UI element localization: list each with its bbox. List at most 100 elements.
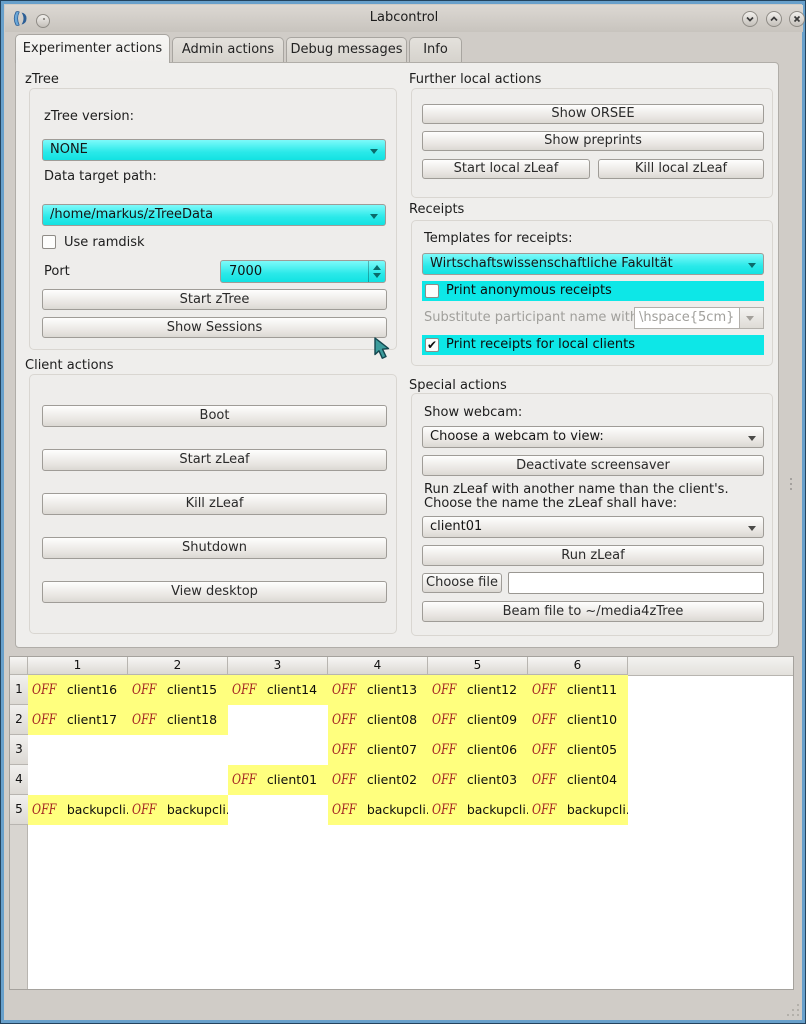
print-receipts-local-row[interactable]: ✔ Print receipts for local clients xyxy=(422,335,764,355)
row-header[interactable]: 4 xyxy=(10,765,28,795)
client-name: client09 xyxy=(467,712,517,727)
window-menu-button[interactable] xyxy=(36,14,50,28)
status-off-badge: OFF xyxy=(232,765,256,795)
row-header[interactable]: 5 xyxy=(10,795,28,825)
app-icon xyxy=(12,9,31,28)
grid-cell[interactable] xyxy=(128,735,228,765)
beam-file-button[interactable]: Beam file to ~/media4zTree xyxy=(422,601,764,622)
resize-grip-icon[interactable] xyxy=(787,1004,801,1018)
status-off-badge: OFF xyxy=(432,795,456,825)
view-desktop-button[interactable]: View desktop xyxy=(42,581,387,603)
grid-cell[interactable]: OFFclient15 xyxy=(128,675,228,705)
grid-cell[interactable] xyxy=(28,735,128,765)
grid-cell[interactable]: OFFbackupcli... xyxy=(128,795,228,825)
tab-debug-messages[interactable]: Debug messages xyxy=(286,37,407,63)
print-receipts-local-label: Print receipts for local clients xyxy=(446,337,635,352)
spin-down-icon xyxy=(373,273,381,278)
grid-cell[interactable] xyxy=(228,795,328,825)
start-ztree-button[interactable]: Start zTree xyxy=(42,289,387,310)
grid-cell[interactable]: OFFbackupcli... xyxy=(528,795,628,825)
close-icon xyxy=(792,14,802,24)
titlebar[interactable]: Labcontrol xyxy=(5,5,803,32)
splitter-grip-icon[interactable] xyxy=(790,478,792,492)
tab-info[interactable]: Info xyxy=(409,37,462,63)
show-preprints-button[interactable]: Show preprints xyxy=(422,131,764,151)
zleaf-name-combobox[interactable]: client01 xyxy=(422,516,764,538)
status-off-badge: OFF xyxy=(532,675,556,705)
print-anonymous-receipts-row[interactable]: Print anonymous receipts xyxy=(422,281,764,301)
receipt-template-combobox[interactable]: Wirtschaftswissenschaftliche Fakultät xyxy=(422,253,764,275)
grid-cell[interactable]: OFFbackupcli... xyxy=(328,795,428,825)
grid-cell[interactable]: OFFclient05 xyxy=(528,735,628,765)
minimize-button[interactable] xyxy=(742,11,758,27)
deactivate-screensaver-button[interactable]: Deactivate screensaver xyxy=(422,455,764,476)
grid-cell[interactable]: OFFclient03 xyxy=(428,765,528,795)
row-header[interactable]: 2 xyxy=(10,705,28,735)
column-header[interactable]: 5 xyxy=(428,657,528,675)
print-anonymous-receipts-checkbox[interactable] xyxy=(425,284,439,298)
file-path-input[interactable] xyxy=(508,572,764,594)
grid-cell[interactable] xyxy=(128,765,228,795)
port-spinbox[interactable]: 7000 xyxy=(220,260,386,283)
webcam-combobox[interactable]: Choose a webcam to view: xyxy=(422,426,764,448)
ztree-version-value: NONE xyxy=(50,142,88,157)
grid-cell[interactable]: OFFclient11 xyxy=(528,675,628,705)
spin-buttons[interactable] xyxy=(368,261,385,282)
zleaf-name-value: client01 xyxy=(430,519,482,534)
run-zleaf-button[interactable]: Run zLeaf xyxy=(422,545,764,566)
status-off-badge: OFF xyxy=(132,705,156,735)
port-label: Port xyxy=(44,264,70,279)
grid-corner-cell xyxy=(10,657,28,675)
data-target-path-combobox[interactable]: /home/markus/zTreeData xyxy=(42,204,386,226)
grid-cell[interactable]: OFFclient01 xyxy=(228,765,328,795)
grid-cell[interactable]: OFFclient10 xyxy=(528,705,628,735)
client-name: client07 xyxy=(367,742,417,757)
show-orsee-button[interactable]: Show ORSEE xyxy=(422,104,764,124)
ztree-version-combobox[interactable]: NONE xyxy=(42,139,386,161)
grid-cell[interactable]: OFFbackupcli... xyxy=(428,795,528,825)
column-header[interactable]: 1 xyxy=(28,657,128,675)
grid-cell[interactable]: OFFclient07 xyxy=(328,735,428,765)
grid-cell[interactable]: OFFclient17 xyxy=(28,705,128,735)
start-local-zleaf-button[interactable]: Start local zLeaf xyxy=(422,159,590,179)
client-name: client13 xyxy=(367,682,417,697)
kill-local-zleaf-button[interactable]: Kill local zLeaf xyxy=(598,159,764,179)
grid-cell[interactable]: OFFclient14 xyxy=(228,675,328,705)
choose-file-button[interactable]: Choose file xyxy=(422,573,502,593)
client-name: client16 xyxy=(67,682,117,697)
grid-cell[interactable]: OFFclient09 xyxy=(428,705,528,735)
grid-cell[interactable]: OFFclient18 xyxy=(128,705,228,735)
column-header[interactable]: 4 xyxy=(328,657,428,675)
maximize-button[interactable] xyxy=(766,11,782,27)
use-ramdisk-checkbox[interactable] xyxy=(42,235,56,249)
status-off-badge: OFF xyxy=(532,735,556,765)
column-header[interactable]: 3 xyxy=(228,657,328,675)
grid-cell[interactable]: OFFclient06 xyxy=(428,735,528,765)
tab-experimenter-actions[interactable]: Experimenter actions xyxy=(15,34,170,63)
row-header[interactable]: 1 xyxy=(10,675,28,705)
client-name: backupcli... xyxy=(67,802,128,817)
close-button[interactable] xyxy=(789,11,805,27)
start-zleaf-button[interactable]: Start zLeaf xyxy=(42,449,387,471)
client-name: client08 xyxy=(367,712,417,727)
column-header[interactable]: 6 xyxy=(528,657,628,675)
show-sessions-button[interactable]: Show Sessions xyxy=(42,317,387,338)
grid-cell[interactable]: OFFclient13 xyxy=(328,675,428,705)
print-receipts-local-checkbox[interactable]: ✔ xyxy=(425,338,439,352)
column-header[interactable]: 2 xyxy=(128,657,228,675)
grid-cell[interactable]: OFFclient16 xyxy=(28,675,128,705)
grid-cell[interactable]: OFFclient08 xyxy=(328,705,428,735)
grid-cell[interactable]: OFFclient04 xyxy=(528,765,628,795)
grid-cell[interactable] xyxy=(228,735,328,765)
client-name: client04 xyxy=(567,772,617,787)
row-header[interactable]: 3 xyxy=(10,735,28,765)
kill-zleaf-button[interactable]: Kill zLeaf xyxy=(42,493,387,515)
grid-cell[interactable] xyxy=(28,765,128,795)
tab-admin-actions[interactable]: Admin actions xyxy=(172,37,284,63)
grid-cell[interactable]: OFFbackupcli... xyxy=(28,795,128,825)
boot-button[interactable]: Boot xyxy=(42,405,387,427)
grid-cell[interactable]: OFFclient02 xyxy=(328,765,428,795)
grid-cell[interactable] xyxy=(228,705,328,735)
grid-cell[interactable]: OFFclient12 xyxy=(428,675,528,705)
shutdown-button[interactable]: Shutdown xyxy=(42,537,387,559)
